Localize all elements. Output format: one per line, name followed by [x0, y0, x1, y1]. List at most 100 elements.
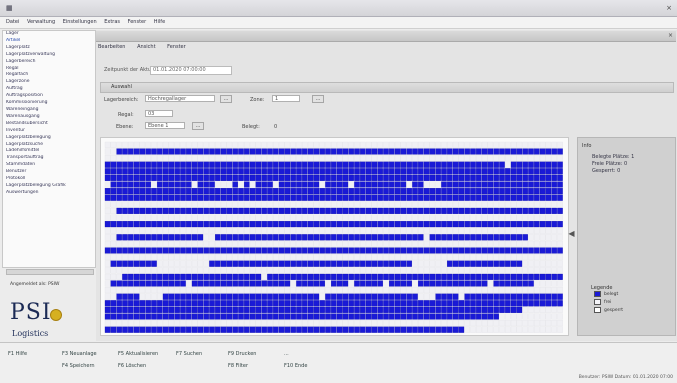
nav-item[interactable]: Lagerplatzsuche — [3, 142, 95, 149]
grid-cell-free[interactable] — [510, 254, 517, 261]
grid-cell-occupied[interactable] — [516, 234, 523, 241]
grid-cell-occupied[interactable] — [528, 168, 534, 175]
grid-cell-occupied[interactable] — [342, 247, 349, 254]
menu-item[interactable]: Datei — [6, 17, 19, 28]
grid-cell-occupied[interactable] — [244, 280, 250, 287]
grid-cell-occupied[interactable] — [400, 273, 407, 280]
grid-cell-free[interactable] — [168, 320, 175, 327]
grid-cell-occupied[interactable] — [360, 168, 366, 175]
grid-cell-free[interactable] — [278, 254, 285, 261]
grid-cell-occupied[interactable] — [325, 326, 331, 333]
grid-cell-occupied[interactable] — [493, 221, 499, 228]
grid-cell-free[interactable] — [516, 201, 523, 208]
grid-cell-free[interactable] — [325, 254, 331, 261]
grid-cell-free[interactable] — [354, 287, 360, 294]
grid-cell-free[interactable] — [209, 155, 215, 162]
grid-cell-occupied[interactable] — [400, 174, 407, 181]
grid-cell-occupied[interactable] — [209, 148, 215, 155]
grid-cell-occupied[interactable] — [476, 174, 482, 181]
grid-cell-occupied[interactable] — [255, 326, 262, 333]
grid-cell-free[interactable] — [522, 313, 528, 320]
grid-cell-occupied[interactable] — [104, 161, 111, 168]
grid-cell-occupied[interactable] — [226, 221, 233, 228]
grid-cell-occupied[interactable] — [186, 221, 192, 228]
grid-cell-occupied[interactable] — [197, 293, 204, 300]
grid-cell-occupied[interactable] — [516, 273, 523, 280]
grid-cell-free[interactable] — [180, 260, 186, 267]
grid-cell-free[interactable] — [418, 320, 424, 327]
grid-cell-occupied[interactable] — [487, 181, 494, 188]
grid-cell-occupied[interactable] — [110, 313, 117, 320]
grid-cell-occupied[interactable] — [162, 273, 169, 280]
grid-cell-free[interactable] — [331, 141, 337, 148]
grid-cell-free[interactable] — [191, 267, 198, 274]
grid-cell-free[interactable] — [481, 267, 488, 274]
grid-cell-occupied[interactable] — [429, 188, 436, 195]
grid-cell-occupied[interactable] — [481, 247, 488, 254]
grid-cell-free[interactable] — [441, 201, 447, 208]
grid-cell-free[interactable] — [186, 141, 192, 148]
grid-cell-occupied[interactable] — [249, 260, 256, 267]
grid-cell-occupied[interactable] — [354, 221, 360, 228]
grid-cell-free[interactable] — [412, 155, 418, 162]
grid-cell-free[interactable] — [261, 273, 267, 280]
grid-cell-free[interactable] — [151, 201, 157, 208]
grid-cell-occupied[interactable] — [354, 247, 360, 254]
grid-cell-occupied[interactable] — [215, 174, 221, 181]
grid-cell-free[interactable] — [313, 267, 320, 274]
grid-cell-occupied[interactable] — [110, 188, 117, 195]
grid-cell-free[interactable] — [423, 254, 430, 261]
grid-cell-free[interactable] — [296, 254, 302, 261]
grid-cell-occupied[interactable] — [429, 326, 436, 333]
grid-cell-free[interactable] — [319, 254, 325, 261]
grid-cell-occupied[interactable] — [389, 188, 395, 195]
grid-cell-free[interactable] — [458, 201, 465, 208]
grid-cell-occupied[interactable] — [302, 194, 308, 201]
grid-cell-occupied[interactable] — [342, 234, 349, 241]
grid-cell-free[interactable] — [539, 254, 546, 261]
grid-cell-free[interactable] — [429, 201, 436, 208]
grid-cell-occupied[interactable] — [290, 161, 296, 168]
grid-cell-occupied[interactable] — [464, 221, 470, 228]
grid-cell-occupied[interactable] — [278, 326, 285, 333]
grid-cell-occupied[interactable] — [452, 234, 459, 241]
grid-cell-free[interactable] — [151, 227, 157, 234]
grid-cell-occupied[interactable] — [447, 188, 453, 195]
grid-cell-free[interactable] — [406, 267, 412, 274]
grid-cell-occupied[interactable] — [296, 247, 302, 254]
grid-cell-free[interactable] — [325, 227, 331, 234]
grid-cell-free[interactable] — [186, 214, 192, 221]
grid-cell-occupied[interactable] — [180, 168, 186, 175]
grid-cell-free[interactable] — [191, 254, 198, 261]
grid-cell-free[interactable] — [406, 254, 412, 261]
grid-cell-occupied[interactable] — [418, 188, 424, 195]
grid-cell-free[interactable] — [255, 141, 262, 148]
grid-cell-free[interactable] — [522, 201, 528, 208]
grid-cell-occupied[interactable] — [232, 234, 238, 241]
grid-cell-occupied[interactable] — [487, 161, 494, 168]
grid-cell-occupied[interactable] — [133, 194, 140, 201]
grid-cell-occupied[interactable] — [296, 181, 302, 188]
grid-cell-occupied[interactable] — [534, 293, 540, 300]
grid-cell-free[interactable] — [331, 320, 337, 327]
grid-cell-free[interactable] — [383, 280, 389, 287]
grid-cell-occupied[interactable] — [290, 181, 296, 188]
grid-cell-free[interactable] — [418, 227, 424, 234]
grid-cell-free[interactable] — [191, 320, 198, 327]
grid-cell-occupied[interactable] — [284, 168, 291, 175]
grid-cell-free[interactable] — [464, 227, 470, 234]
grid-cell-occupied[interactable] — [464, 293, 470, 300]
grid-cell-free[interactable] — [360, 240, 366, 247]
grid-cell-occupied[interactable] — [336, 148, 343, 155]
grid-cell-occupied[interactable] — [331, 306, 337, 313]
grid-cell-occupied[interactable] — [429, 234, 436, 241]
grid-cell-occupied[interactable] — [122, 273, 128, 280]
grid-cell-occupied[interactable] — [516, 293, 523, 300]
grid-cell-free[interactable] — [505, 227, 511, 234]
grid-cell-occupied[interactable] — [371, 280, 378, 287]
grid-cell-occupied[interactable] — [307, 161, 314, 168]
grid-cell-occupied[interactable] — [331, 168, 337, 175]
grid-cell-free[interactable] — [476, 320, 482, 327]
grid-cell-free[interactable] — [371, 141, 378, 148]
grid-cell-free[interactable] — [203, 260, 209, 267]
